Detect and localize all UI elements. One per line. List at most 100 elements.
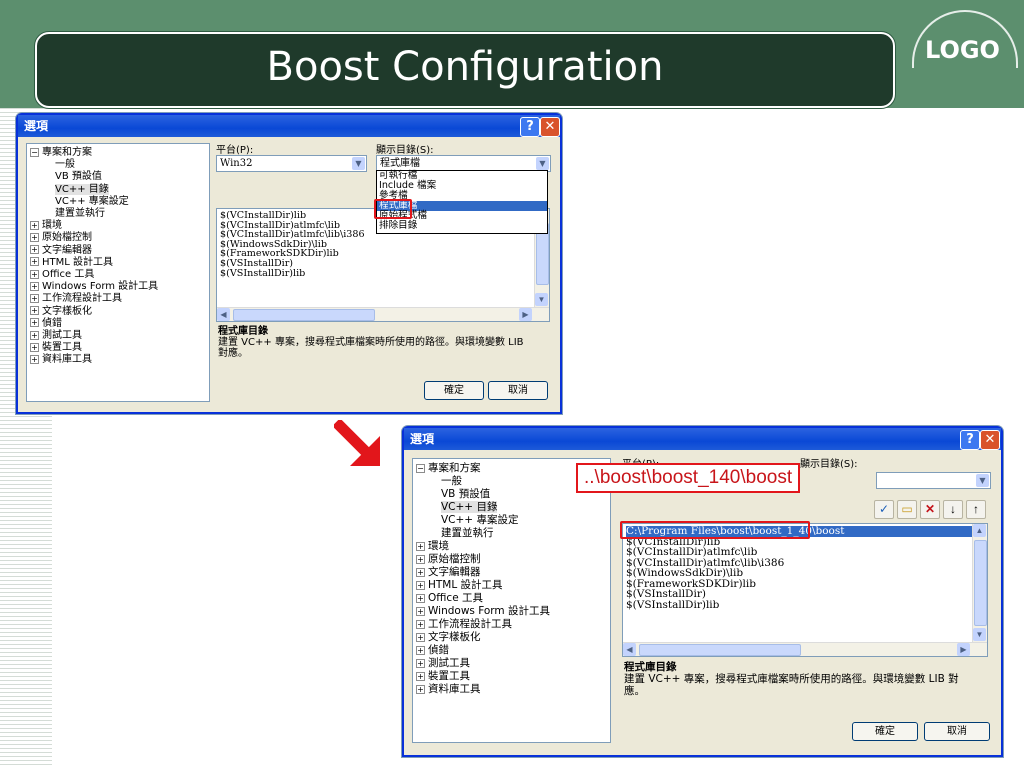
expand-icon[interactable]: + bbox=[416, 554, 425, 564]
expand-icon[interactable]: + bbox=[30, 293, 39, 303]
collapse-icon[interactable]: − bbox=[416, 463, 425, 473]
expand-icon[interactable]: + bbox=[30, 318, 39, 328]
scroll-left-icon[interactable]: ◀ bbox=[217, 308, 230, 321]
scroll-up-icon[interactable]: ▲ bbox=[973, 524, 986, 537]
expand-icon[interactable]: + bbox=[416, 645, 425, 655]
close-button[interactable]: ✕ bbox=[980, 430, 1000, 450]
tree-child[interactable]: 建置並執行 bbox=[30, 208, 209, 220]
tree-child-selected[interactable]: VC++ 目錄 bbox=[30, 183, 209, 196]
expand-icon[interactable]: + bbox=[416, 580, 425, 590]
tree-node[interactable]: + HTML 設計工具 bbox=[30, 257, 209, 269]
expand-icon[interactable]: + bbox=[416, 593, 425, 603]
scroll-right-icon[interactable]: ▶ bbox=[519, 308, 532, 321]
close-button[interactable]: ✕ bbox=[540, 117, 560, 137]
tree-child-selected[interactable]: VC++ 目錄 bbox=[416, 501, 610, 514]
tree-child[interactable]: VC++ 專案設定 bbox=[416, 514, 610, 527]
expand-icon[interactable]: + bbox=[30, 232, 39, 242]
expand-icon[interactable]: + bbox=[416, 632, 425, 642]
tree-node[interactable]: + 文字樣板化 bbox=[30, 306, 209, 318]
delete-icon[interactable]: ✕ bbox=[920, 500, 940, 519]
tree-node[interactable]: + 原始檔控制 bbox=[416, 553, 610, 566]
cancel-button[interactable]: 取消 bbox=[488, 381, 548, 400]
tree-node[interactable]: + 環境 bbox=[416, 540, 610, 553]
scroll-down-icon[interactable]: ▼ bbox=[535, 293, 548, 306]
chevron-down-icon[interactable]: ▼ bbox=[536, 157, 549, 170]
tree-node[interactable]: + 原始檔控制 bbox=[30, 232, 209, 244]
expand-icon[interactable]: + bbox=[30, 245, 39, 255]
options-tree[interactable]: − 專案和方案 一般 VB 預設值 VC++ 目錄 VC++ 專案設定 建置並執行… bbox=[412, 458, 611, 743]
ok-button[interactable]: 確定 bbox=[424, 381, 484, 400]
expand-icon[interactable]: + bbox=[30, 342, 39, 352]
check-icon[interactable]: ✓ bbox=[874, 500, 894, 519]
expand-icon[interactable]: + bbox=[30, 220, 39, 230]
expand-icon[interactable]: + bbox=[416, 606, 425, 616]
options-tree[interactable]: − 專案和方案 一般 VB 預設值 VC++ 目錄 VC++ 專案設定 建置並執行… bbox=[26, 143, 210, 402]
list-item[interactable]: $(WindowsSdkDir)\lib bbox=[626, 568, 987, 579]
tree-child[interactable]: VB 預設值 bbox=[30, 171, 209, 183]
expand-icon[interactable]: + bbox=[416, 671, 425, 681]
list-item[interactable]: $(VSInstallDir) bbox=[626, 589, 987, 600]
tree-node[interactable]: + 測試工具 bbox=[30, 330, 209, 342]
tree-node[interactable]: + HTML 設計工具 bbox=[416, 579, 610, 592]
show-dirs-select[interactable]: ▼ bbox=[876, 472, 991, 489]
expand-icon[interactable]: + bbox=[30, 330, 39, 340]
dialog-2-titlebar: 選項 ? ✕ bbox=[404, 428, 1001, 450]
list-item[interactable]: $(VSInstallDir)lib bbox=[220, 268, 549, 279]
tree-node[interactable]: + Office 工具 bbox=[416, 592, 610, 605]
chevron-down-icon[interactable]: ▼ bbox=[352, 157, 365, 170]
move-up-icon[interactable]: ↑ bbox=[966, 500, 986, 519]
tree-node-projects[interactable]: − 專案和方案 bbox=[30, 147, 209, 159]
ok-button[interactable]: 確定 bbox=[852, 722, 918, 741]
tree-child[interactable]: VC++ 專案設定 bbox=[30, 196, 209, 208]
collapse-icon[interactable]: − bbox=[30, 147, 39, 157]
tree-node[interactable]: + Windows Form 設計工具 bbox=[30, 281, 209, 293]
tree-child[interactable]: 一般 bbox=[30, 159, 209, 171]
scroll-thumb[interactable] bbox=[639, 644, 801, 656]
help-button[interactable]: ? bbox=[960, 430, 980, 450]
tree-node[interactable]: + 資料庫工具 bbox=[30, 354, 209, 366]
expand-icon[interactable]: + bbox=[30, 281, 39, 291]
horizontal-scrollbar[interactable]: ◀ ▶ bbox=[623, 642, 987, 656]
expand-icon[interactable]: + bbox=[416, 541, 425, 551]
expand-icon[interactable]: + bbox=[416, 684, 425, 694]
directory-list[interactable]: C:\Program Files\boost\boost_1_40\boost … bbox=[622, 523, 988, 657]
scroll-left-icon[interactable]: ◀ bbox=[623, 643, 636, 656]
tree-node[interactable]: + 工作流程設計工具 bbox=[30, 293, 209, 305]
tree-node[interactable]: + 裝置工具 bbox=[30, 342, 209, 354]
tree-node[interactable]: + Office 工具 bbox=[30, 269, 209, 281]
expand-icon[interactable]: + bbox=[416, 619, 425, 629]
expand-icon[interactable]: + bbox=[30, 257, 39, 267]
scroll-thumb[interactable] bbox=[974, 540, 987, 626]
list-item[interactable]: $(VSInstallDir)lib bbox=[626, 599, 987, 611]
tree-node[interactable]: + 文字編輯器 bbox=[416, 566, 610, 579]
expand-icon[interactable]: + bbox=[416, 658, 425, 668]
move-down-icon[interactable]: ↓ bbox=[943, 500, 963, 519]
list-item[interactable]: $(VCInstallDir)atlmfc\lib bbox=[626, 547, 987, 558]
expand-icon[interactable]: + bbox=[30, 306, 39, 316]
new-folder-icon[interactable]: ▭ bbox=[897, 500, 917, 519]
tree-node[interactable]: + 文字編輯器 bbox=[30, 245, 209, 257]
help-button[interactable]: ? bbox=[520, 117, 540, 137]
dropdown-option[interactable]: 排除目錄 bbox=[377, 221, 547, 231]
scroll-thumb[interactable] bbox=[233, 309, 375, 321]
tree-node[interactable]: + 工作流程設計工具 bbox=[416, 618, 610, 631]
tree-node[interactable]: + 偵錯 bbox=[416, 644, 610, 657]
tree-node[interactable]: + 測試工具 bbox=[416, 657, 610, 670]
horizontal-scrollbar[interactable]: ◀ ▶ bbox=[217, 307, 549, 321]
chevron-down-icon[interactable]: ▼ bbox=[976, 474, 989, 487]
tree-node[interactable]: + 裝置工具 bbox=[416, 670, 610, 683]
scroll-right-icon[interactable]: ▶ bbox=[957, 643, 970, 656]
expand-icon[interactable]: + bbox=[30, 354, 39, 364]
tree-node[interactable]: + Windows Form 設計工具 bbox=[416, 605, 610, 618]
tree-node[interactable]: + 文字樣板化 bbox=[416, 631, 610, 644]
cancel-button[interactable]: 取消 bbox=[924, 722, 990, 741]
tree-node[interactable]: + 資料庫工具 bbox=[416, 683, 610, 696]
expand-icon[interactable]: + bbox=[30, 269, 39, 279]
vertical-scrollbar[interactable]: ▲ ▼ bbox=[972, 524, 987, 642]
tree-node[interactable]: + 偵錯 bbox=[30, 318, 209, 330]
tree-node[interactable]: + 環境 bbox=[30, 220, 209, 232]
platform-select[interactable]: Win32 ▼ bbox=[216, 155, 367, 172]
expand-icon[interactable]: + bbox=[416, 567, 425, 577]
scroll-down-icon[interactable]: ▼ bbox=[973, 628, 986, 641]
tree-child[interactable]: 建置並執行 bbox=[416, 527, 610, 540]
